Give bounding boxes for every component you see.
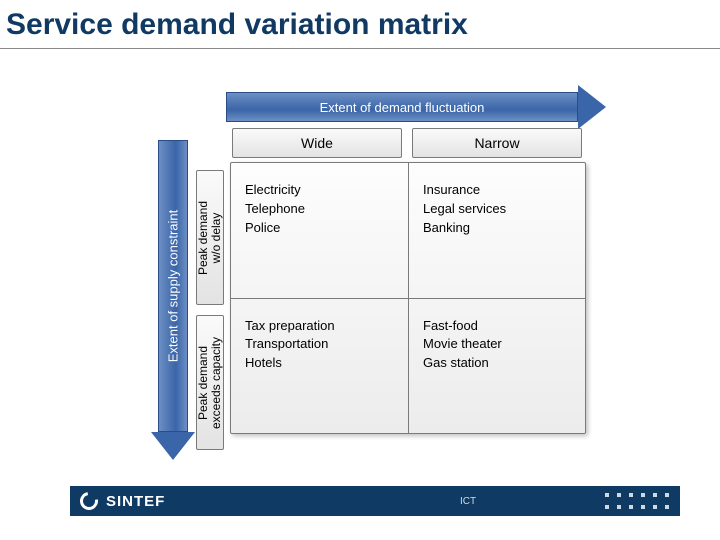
cell-wide-exceeds: Tax preparationTransportationHotels — [231, 299, 408, 434]
horizontal-axis-label: Extent of demand fluctuation — [226, 92, 578, 122]
row-header-bottom-label: Peak demandexceeds capacity — [197, 336, 223, 428]
title-underline — [0, 48, 720, 49]
row-header-peak-exceeds: Peak demandexceeds capacity — [196, 315, 224, 450]
vertical-axis-shaft: Extent of supply constraint — [158, 140, 188, 432]
cell-wide-nodelay: ElectricityTelephonePolice — [231, 163, 408, 298]
decorative-dots — [602, 490, 672, 512]
column-header-wide: Wide — [232, 128, 402, 158]
sintef-logo-icon — [76, 488, 101, 513]
vertical-axis-label: Extent of supply constraint — [166, 210, 181, 362]
footer-bar: SINTEF ICT — [70, 486, 680, 516]
horizontal-axis-arrow: Extent of demand fluctuation — [226, 92, 606, 122]
arrow-right-icon — [578, 85, 606, 129]
brand-name: SINTEF — [106, 493, 165, 510]
cell-narrow-nodelay: InsuranceLegal servicesBanking — [408, 163, 585, 298]
page-title: Service demand variation matrix — [6, 8, 468, 42]
vertical-axis-arrow: Extent of supply constraint — [158, 140, 188, 460]
matrix-body: ElectricityTelephonePolice InsuranceLega… — [230, 162, 586, 434]
column-header-narrow: Narrow — [412, 128, 582, 158]
table-row: Tax preparationTransportationHotels Fast… — [231, 298, 585, 434]
arrow-down-icon — [151, 432, 195, 460]
row-header-peak-no-delay: Peak demandw/o delay — [196, 170, 224, 305]
table-row: ElectricityTelephonePolice InsuranceLega… — [231, 163, 585, 298]
row-header-top-label: Peak demandw/o delay — [197, 200, 223, 274]
department-label: ICT — [460, 496, 476, 507]
cell-narrow-exceeds: Fast-foodMovie theaterGas station — [408, 299, 585, 434]
